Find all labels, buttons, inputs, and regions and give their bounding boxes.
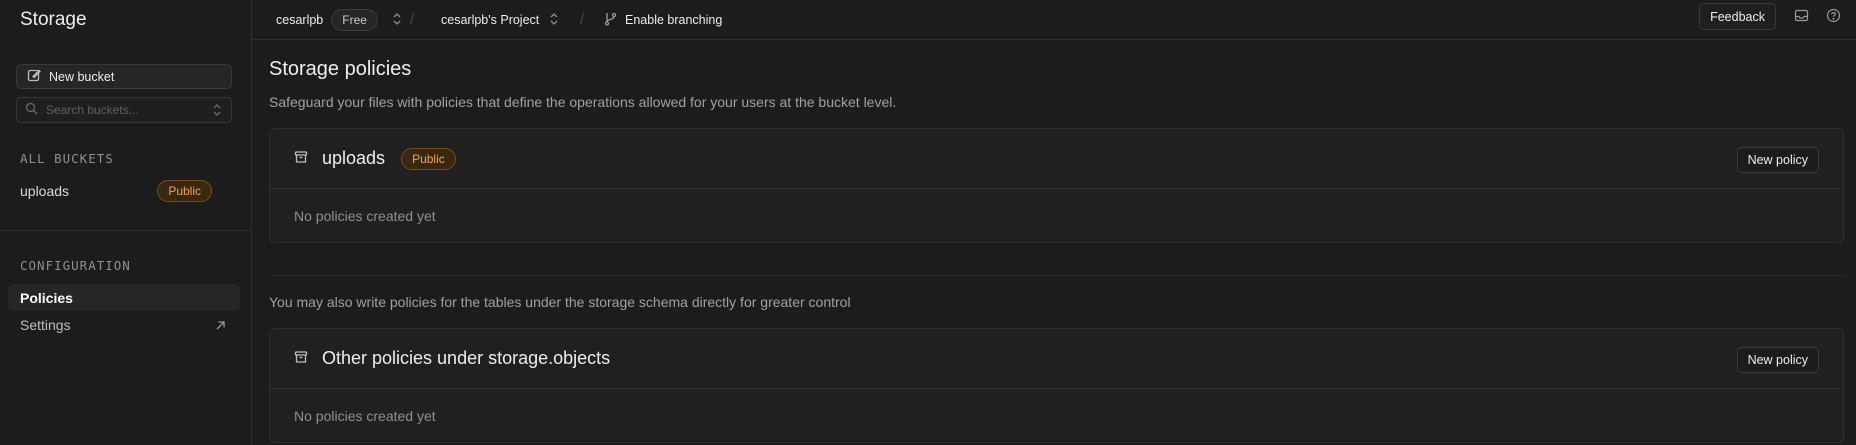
- enable-branching-label: Enable branching: [625, 13, 723, 27]
- org-selector[interactable]: cesarlpb Free: [276, 0, 402, 40]
- sidebar-item-settings[interactable]: Settings: [8, 311, 240, 338]
- search-buckets-field: [16, 97, 232, 123]
- chevron-up-down-icon[interactable]: [392, 12, 402, 29]
- archive-icon: [294, 350, 308, 367]
- archive-icon: [294, 150, 308, 167]
- status-badge: Public: [401, 147, 456, 170]
- help-icon[interactable]: [1826, 8, 1842, 24]
- card-title: uploads: [322, 148, 386, 168]
- feedback-button[interactable]: Feedback: [1699, 3, 1776, 30]
- project-selector[interactable]: cesarlpb's Project: [441, 0, 559, 40]
- sidebar-divider: [0, 230, 252, 231]
- top-bar: cesarlpb Free / cesarlpb's Project / Ena…: [252, 0, 1856, 40]
- breadcrumb-separator: /: [580, 11, 585, 28]
- external-link-icon: [215, 318, 226, 334]
- breadcrumb-separator: /: [410, 11, 415, 28]
- org-name: cesarlpb: [276, 13, 324, 27]
- empty-state-text: No policies created yet: [294, 407, 436, 424]
- page-description: Safeguard your files with policies that …: [269, 94, 897, 110]
- chevron-up-down-icon[interactable]: [211, 103, 223, 120]
- new-bucket-button[interactable]: New bucket: [16, 64, 232, 89]
- new-bucket-label: New bucket: [49, 69, 115, 84]
- project-name: cesarlpb's Project: [441, 13, 540, 27]
- card-header: uploads Public New policy: [270, 129, 1843, 189]
- sidebar: Storage New bucket ALL BUCKETS uploads P…: [0, 0, 252, 445]
- new-policy-button[interactable]: New policy: [1736, 347, 1819, 373]
- other-policies-card: Other policies under storage.objects New…: [269, 328, 1844, 443]
- bucket-name: uploads: [20, 183, 70, 199]
- empty-state-text: No policies created yet: [294, 207, 436, 224]
- search-input[interactable]: [46, 103, 206, 117]
- card-header: Other policies under storage.objects New…: [270, 329, 1843, 389]
- page-title: Storage policies: [269, 58, 412, 80]
- new-policy-button[interactable]: New policy: [1736, 147, 1819, 173]
- section-divider: [269, 275, 1844, 276]
- edit-icon: [27, 68, 41, 85]
- all-buckets-heading: ALL BUCKETS: [20, 151, 114, 166]
- status-badge: Public: [157, 180, 212, 202]
- plan-badge: Free: [331, 9, 378, 31]
- search-icon: [25, 102, 38, 118]
- chevron-up-down-icon[interactable]: [549, 12, 559, 29]
- enable-branching-button[interactable]: Enable branching: [604, 0, 722, 40]
- git-branch-icon: [604, 12, 617, 29]
- sidebar-item-policies[interactable]: Policies: [8, 284, 240, 311]
- card-title: Other policies under storage.objects: [322, 348, 611, 368]
- bucket-policies-card: uploads Public New policy No policies cr…: [269, 128, 1844, 243]
- sidebar-item-label: Settings: [20, 316, 71, 333]
- configuration-heading: CONFIGURATION: [20, 258, 131, 273]
- bucket-item-uploads[interactable]: uploads Public: [20, 178, 212, 204]
- sidebar-title: Storage: [20, 9, 87, 30]
- storage-schema-note: You may also write policies for the tabl…: [269, 294, 851, 310]
- sidebar-item-label: Policies: [20, 289, 73, 306]
- inbox-icon[interactable]: [1794, 8, 1810, 24]
